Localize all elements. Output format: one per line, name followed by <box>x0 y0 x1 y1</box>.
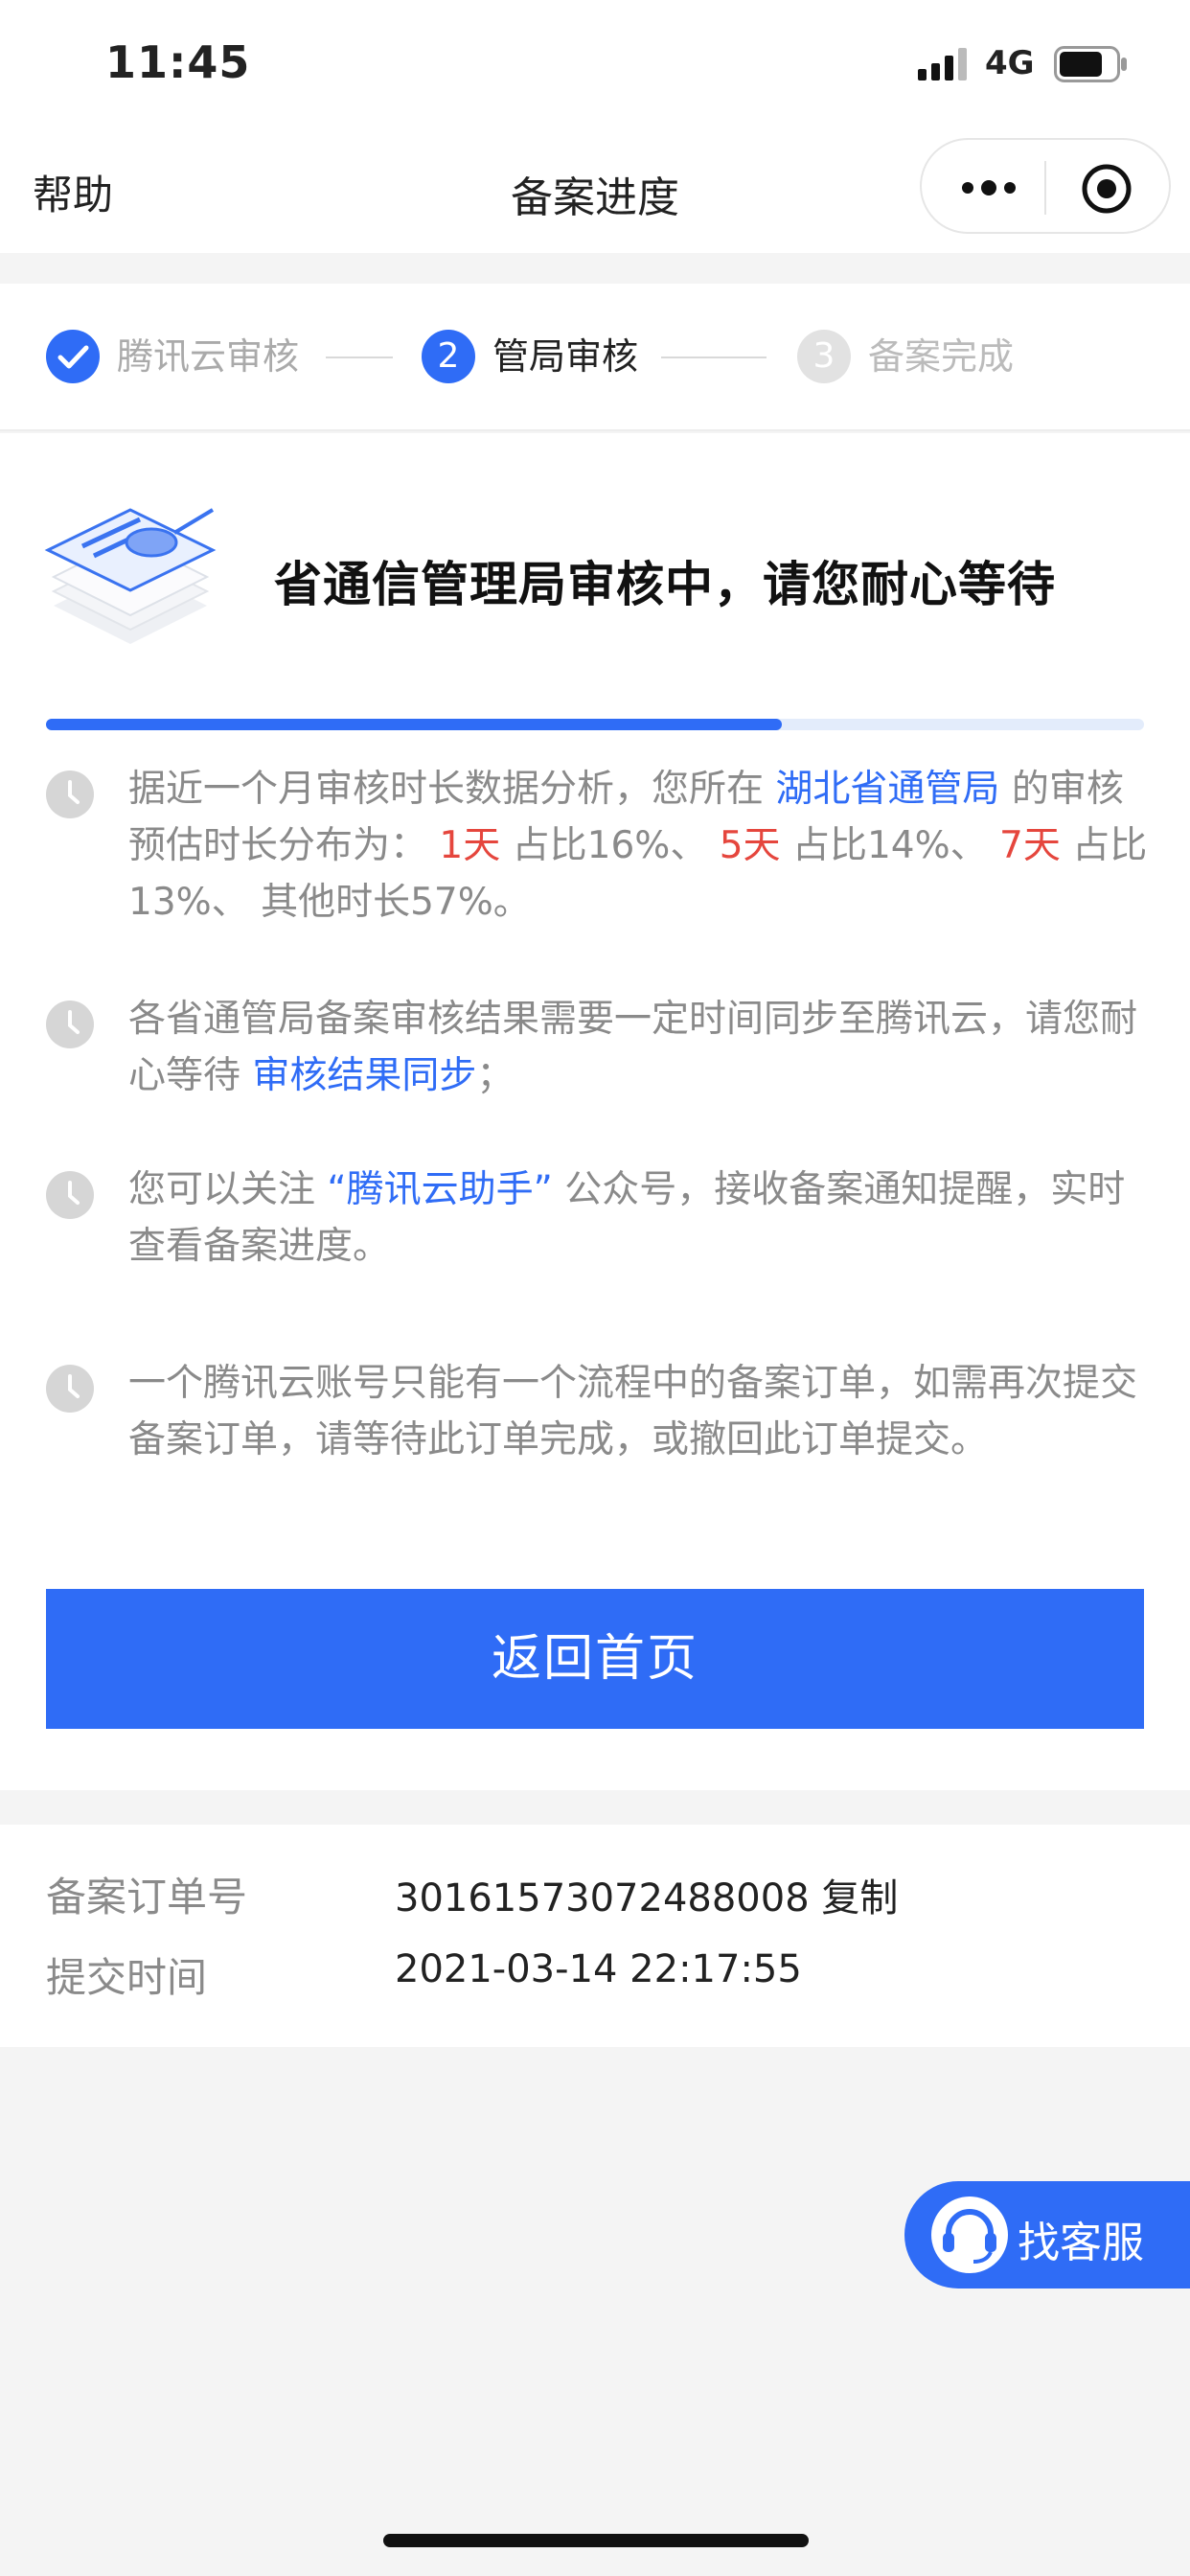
tip-text: 各省通管局备案审核结果需要一定时间同步至腾讯云，请您耐心等待 审核结果同步； <box>128 998 1138 1097</box>
step-number-active: 2 <box>422 330 475 383</box>
region-link[interactable]: 湖北省通管局 <box>775 768 999 811</box>
more-icon[interactable] <box>960 176 1018 199</box>
progress-bar-fill <box>46 719 782 730</box>
tip-text: 您可以关注 “腾讯云助手” 公众号，接收备案通知提醒，实时查看备案进度。 <box>128 1168 1126 1268</box>
step-label-tencent-review: 腾讯云审核 <box>117 335 300 378</box>
document-review-illustration <box>44 508 217 644</box>
battery-icon <box>1054 46 1127 82</box>
status-time: 11:45 <box>105 36 251 88</box>
step-connector <box>326 356 393 358</box>
step-label-bureau-review: 管局审核 <box>492 335 639 378</box>
clock-icon <box>46 1000 94 1048</box>
submit-time-label: 提交时间 <box>46 1954 208 2001</box>
order-number-row: 30161573072488008 复制 <box>395 1867 898 1922</box>
network-type: 4G <box>985 44 1035 82</box>
customer-service-label: 找客服 <box>1018 2219 1144 2267</box>
capsule-divider <box>1044 161 1046 215</box>
status-bar: 11:45 4G <box>0 0 1190 130</box>
progress-stepper: 腾讯云审核 2 管局审核 3 备案完成 <box>0 284 1190 431</box>
return-home-button[interactable]: 返回首页 <box>46 1589 1144 1729</box>
tip-item: 据近一个月审核时长数据分析，您所在 湖北省通管局 的审核预估时长分布为： 1天 … <box>46 761 1148 931</box>
clock-icon <box>46 1365 94 1413</box>
sync-result-link[interactable]: 审核结果同步 <box>252 1054 476 1097</box>
nav-bar: 帮助 备案进度 <box>0 130 1190 253</box>
duration-7: 7天 <box>999 824 1061 867</box>
order-info: 备案订单号 30161573072488008 复制 提交时间 2021-03-… <box>0 1825 1190 2047</box>
tip-item: 各省通管局备案审核结果需要一定时间同步至腾讯云，请您耐心等待 审核结果同步； <box>46 991 1148 1104</box>
status-card: 省通信管理局审核中，请您耐心等待 据近一个月审核时长数据分析，您所在 湖北省通管… <box>0 433 1190 1790</box>
review-status-heading: 省通信管理局审核中，请您耐心等待 <box>274 557 1056 612</box>
progress-bar <box>46 719 1144 730</box>
miniprogram-capsule <box>920 138 1171 234</box>
tip-item: 您可以关注 “腾讯云助手” 公众号，接收备案通知提醒，实时查看备案进度。 <box>46 1162 1148 1275</box>
signal-icon <box>918 48 967 80</box>
order-number-value: 30161573072488008 <box>395 1876 810 1920</box>
clock-icon <box>46 1171 94 1219</box>
order-number-label: 备案订单号 <box>46 1874 248 1920</box>
copy-button[interactable]: 复制 <box>821 1876 898 1920</box>
duration-5: 5天 <box>719 824 781 867</box>
step-number-pending: 3 <box>797 330 851 383</box>
official-account-link[interactable]: “腾讯云助手” <box>327 1168 552 1211</box>
close-target-icon[interactable] <box>1081 163 1133 215</box>
step-connector <box>661 356 767 358</box>
step-done-check-icon <box>46 330 100 383</box>
home-indicator <box>383 2534 809 2547</box>
tip-text: 一个腾讯云账号只能有一个流程中的备案订单，如需再次提交备案订单，请等待此订单完成… <box>128 1362 1138 1461</box>
customer-service-button[interactable]: 找客服 <box>904 2181 1190 2288</box>
submit-time-value: 2021-03-14 22:17:55 <box>395 1947 802 1991</box>
duration-1: 1天 <box>439 824 501 867</box>
clock-icon <box>46 770 94 818</box>
step-label-complete: 备案完成 <box>868 335 1015 378</box>
tip-item: 一个腾讯云账号只能有一个流程中的备案订单，如需再次提交备案订单，请等待此订单完成… <box>46 1355 1148 1468</box>
headset-icon <box>931 2196 1008 2273</box>
tip-text: 据近一个月审核时长数据分析，您所在 湖北省通管局 的审核预估时长分布为： 1天 … <box>128 768 1148 924</box>
